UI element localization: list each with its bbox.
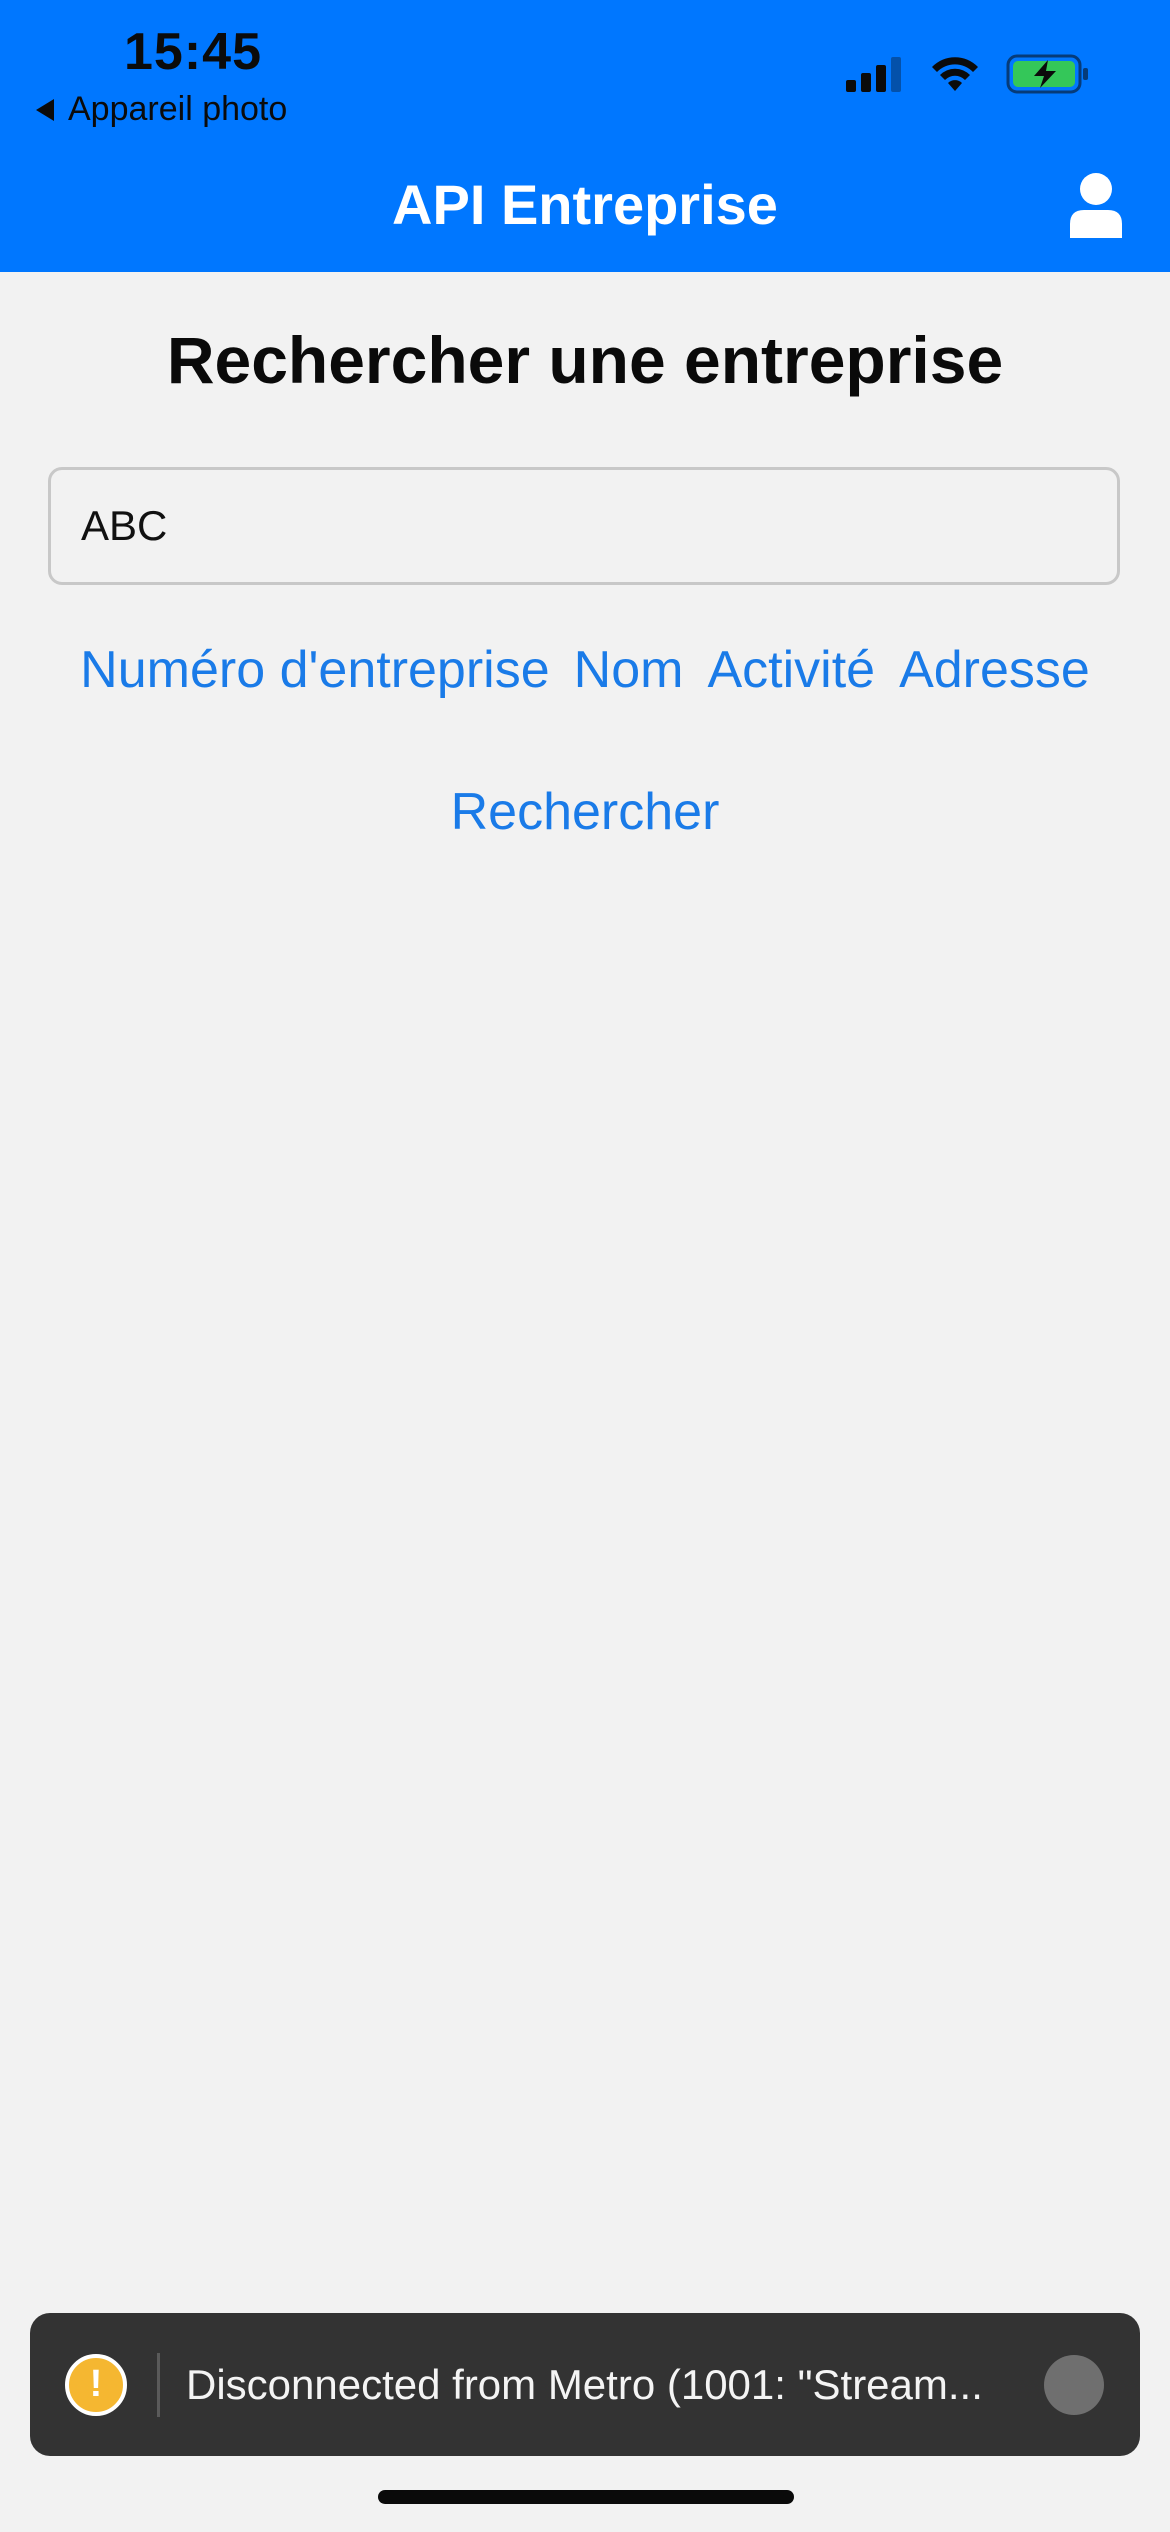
user-icon: [1070, 173, 1122, 238]
profile-button[interactable]: [1066, 172, 1126, 240]
toast-dismiss-button[interactable]: [1044, 2355, 1104, 2415]
filter-adresse[interactable]: Adresse: [899, 640, 1090, 700]
page-title: Rechercher une entreprise: [166, 323, 1004, 397]
search-button[interactable]: Rechercher: [0, 782, 1170, 842]
toast-divider: [157, 2352, 160, 2417]
battery-charging-icon: [1006, 54, 1088, 94]
filter-activite[interactable]: Activité: [707, 640, 875, 700]
back-to-app-link[interactable]: Appareil photo: [36, 90, 287, 129]
app-screen: 15:45 Appareil photo API Entreprise Rech…: [0, 0, 1170, 2532]
search-input[interactable]: [48, 467, 1120, 585]
search-filters: Numéro d'entreprise Nom Activité Adresse: [0, 640, 1170, 700]
cellular-signal-icon: [846, 57, 901, 92]
filter-numero-entreprise[interactable]: Numéro d'entreprise: [80, 640, 549, 700]
wifi-icon: [932, 57, 978, 91]
metro-disconnect-toast[interactable]: ! Disconnected from Metro (1001: "Stream…: [30, 2313, 1140, 2456]
filter-nom[interactable]: Nom: [574, 640, 684, 700]
back-app-label: Appareil photo: [68, 90, 288, 128]
status-time: 15:45: [124, 23, 262, 81]
warning-icon: !: [65, 2353, 127, 2416]
back-arrow-icon: [36, 98, 54, 121]
status-icons: [846, 54, 1090, 94]
header: 15:45 Appareil photo API Entreprise: [0, 0, 1170, 272]
nav-title: API Entreprise: [392, 173, 778, 236]
home-indicator[interactable]: [378, 2490, 794, 2504]
toast-message: Disconnected from Metro (1001: "Stream..…: [186, 2360, 983, 2408]
